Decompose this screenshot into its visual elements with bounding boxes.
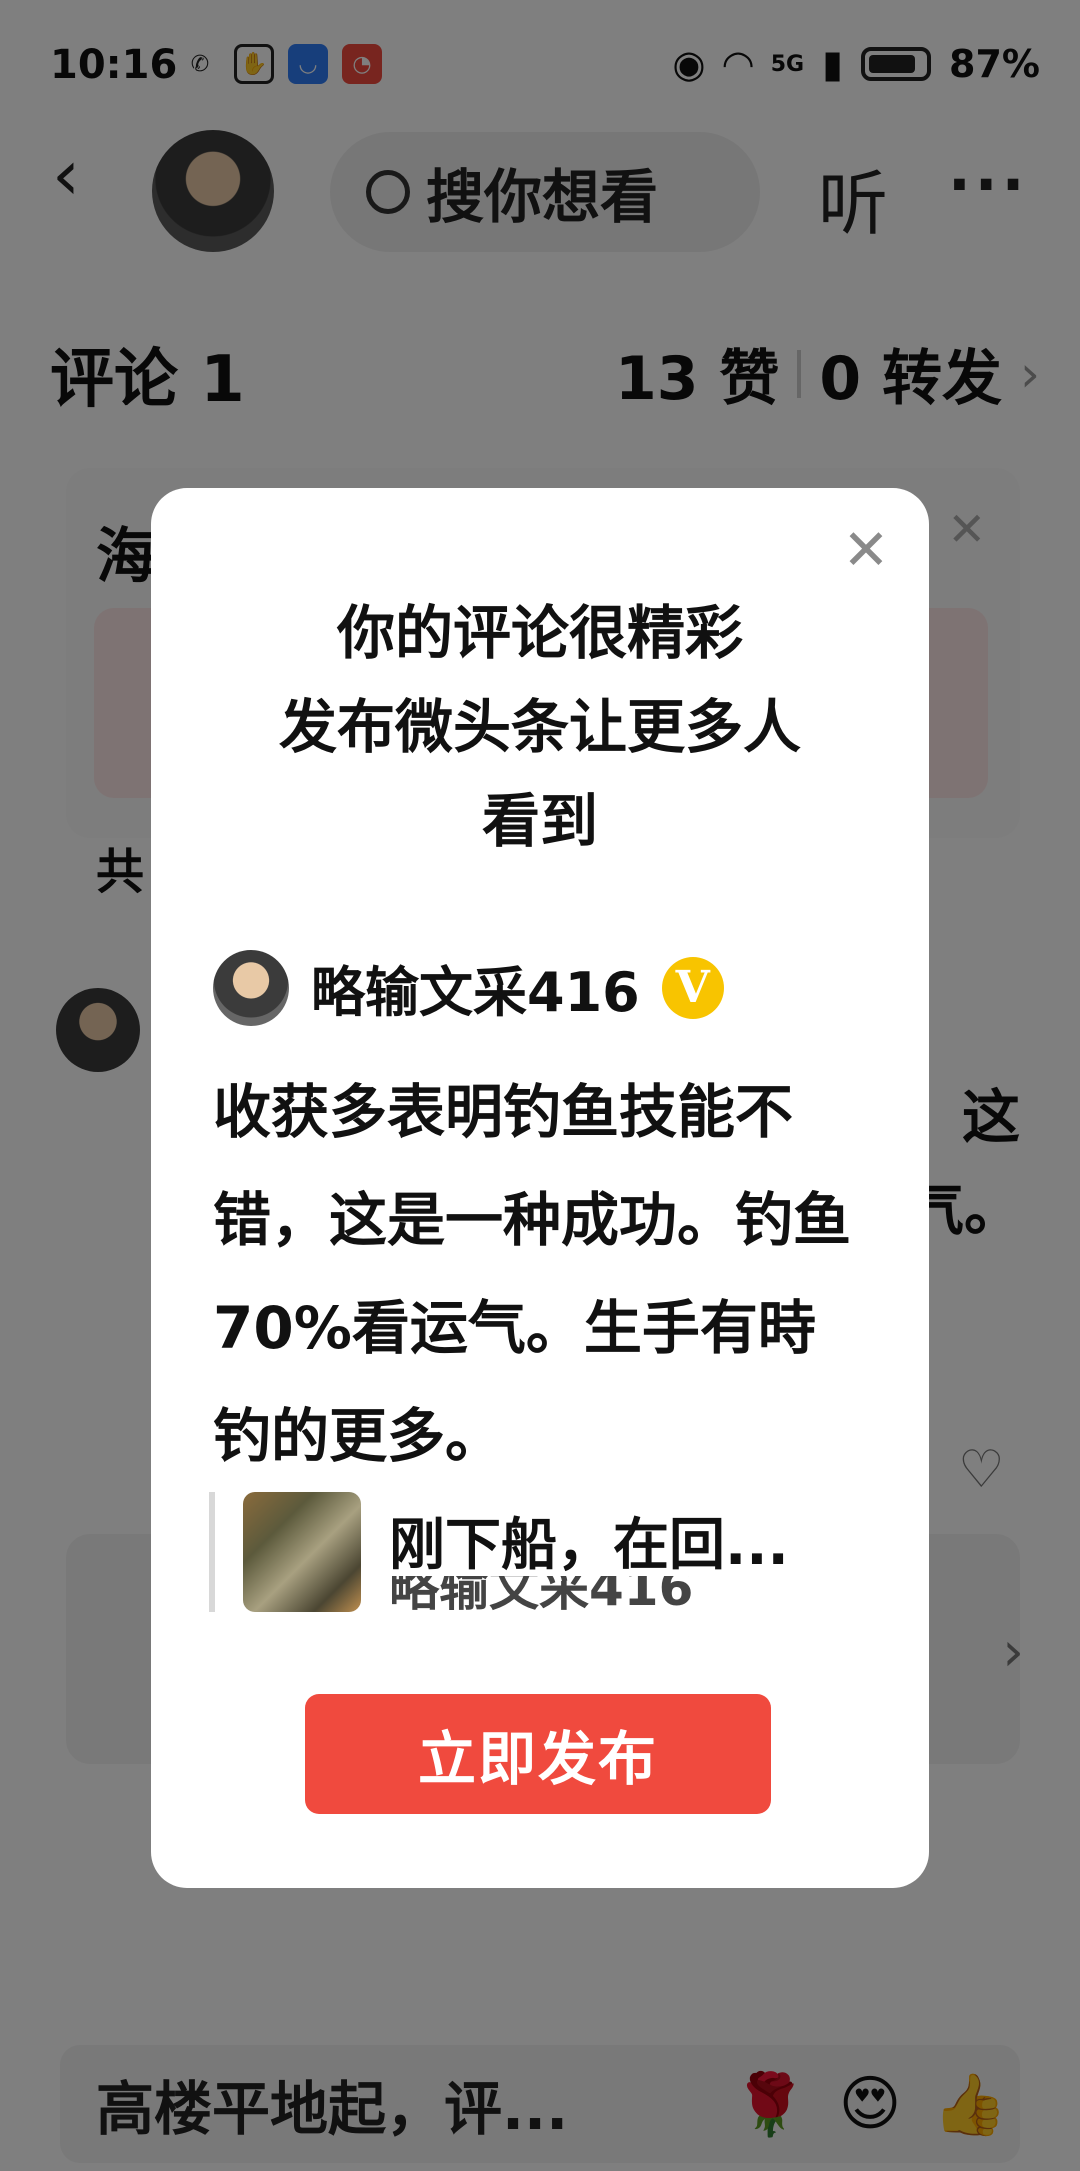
close-icon[interactable]: ✕ [841, 523, 891, 579]
dialog-title-line3: 看到 [481, 787, 598, 855]
dialog-title: 你的评论很精彩 发布微头条让更多人 看到 [151, 586, 929, 868]
publish-button[interactable]: 立即发布 [305, 1694, 771, 1814]
comment-text: 收获多表明钓鱼技能不错，这是一种成功。钓鱼70%看运气。生手有時钓的更多。 [213, 1078, 852, 1470]
quote-divider [209, 1492, 215, 1612]
verified-badge-icon: V [661, 956, 724, 1019]
quote-title: 刚下船，在回... [389, 1513, 789, 1578]
publish-dialog: ✕ 你的评论很精彩 发布微头条让更多人 看到 略输文采416 V 收获多表明钓鱼… [151, 488, 929, 1888]
dialog-title-line1: 你的评论很精彩 [336, 599, 743, 667]
author-name: 略输文采416 [311, 961, 640, 1024]
author-avatar-small [213, 949, 289, 1026]
author-row: 略输文采416 V [213, 948, 724, 1027]
fish-thumbnail-image [243, 1492, 361, 1612]
dialog-title-line2: 发布微头条让更多人 [278, 693, 801, 761]
quote-author: 略输文采416 [389, 1576, 694, 1612]
